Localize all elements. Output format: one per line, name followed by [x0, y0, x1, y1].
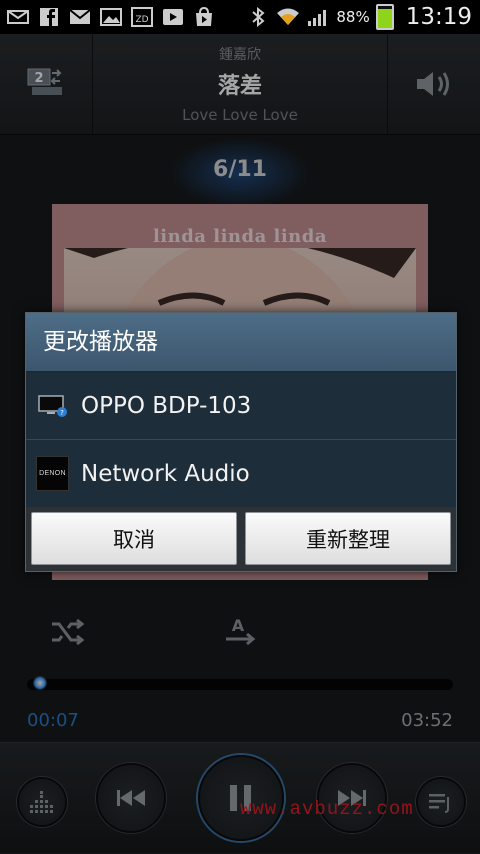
player-item-network-audio[interactable]: DENON Network Audio: [26, 440, 456, 508]
monitor-icon: ?: [36, 389, 69, 422]
bluetooth-icon: [246, 7, 270, 27]
signal-icon: [306, 7, 330, 27]
clock: 13:19: [405, 4, 472, 30]
change-player-dialog: 更改播放器 ? OPPO BDP-103 DENON Network Audio…: [25, 312, 457, 572]
dialog-buttons: 取消 重新整理: [26, 507, 456, 571]
player-label: OPPO BDP-103: [81, 392, 252, 419]
refresh-button[interactable]: 重新整理: [245, 512, 451, 565]
play-icon: [161, 7, 185, 27]
zd-label: ZD: [135, 15, 148, 25]
battery-icon: [375, 4, 394, 30]
status-bar: ZD 88% 13:19: [0, 0, 480, 34]
battery-fill: [377, 8, 392, 28]
gmail-icon: [68, 7, 92, 27]
play-store-icon: [192, 7, 216, 27]
player-item-oppo[interactable]: ? OPPO BDP-103: [26, 372, 456, 440]
player-label: Network Audio: [81, 460, 250, 487]
wifi-icon: [276, 7, 300, 27]
svg-text:?: ?: [60, 409, 64, 417]
zd-icon: ZD: [130, 7, 154, 27]
denon-icon-text: DENON: [36, 456, 69, 491]
cancel-button[interactable]: 取消: [31, 512, 237, 565]
dialog-title: 更改播放器: [26, 313, 456, 372]
facebook-icon: [37, 7, 61, 27]
battery-percent: 88%: [336, 8, 370, 26]
email-icon: [6, 7, 30, 27]
denon-icon: DENON: [36, 456, 69, 491]
gallery-icon: [99, 7, 123, 27]
